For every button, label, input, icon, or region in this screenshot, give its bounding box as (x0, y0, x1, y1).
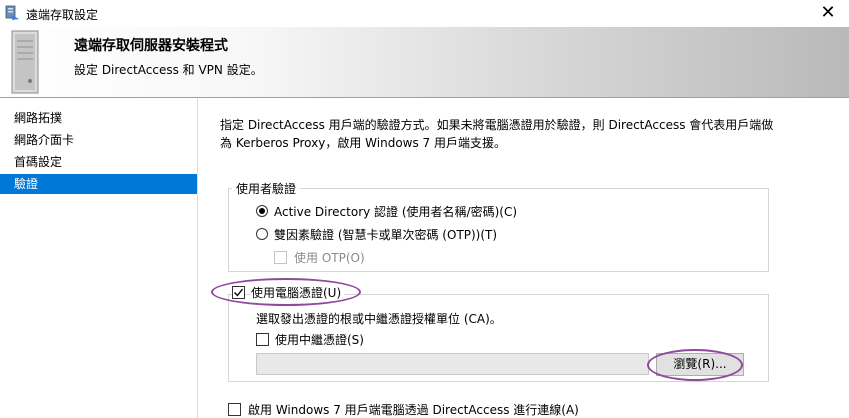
use-intermediate-cert-checkbox[interactable] (256, 333, 269, 346)
radio-two-factor-label[interactable]: 雙因素驗證 (智慧卡或單次密碼 (OTP))(T) (274, 226, 497, 243)
description-line-2: 為 Kerberos Proxy，啟用 Windows 7 用戶端支援。 (220, 136, 506, 150)
sidebar-item-network-topology[interactable]: 網路拓撲 (0, 108, 197, 128)
wizard-header: 遠端存取伺服器安裝程式 設定 DirectAccess 和 VPN 設定。 (0, 27, 849, 98)
server-icon (11, 30, 39, 94)
enable-win7-label[interactable]: 啟用 Windows 7 用戶端電腦透過 DirectAccess 進行連線(A… (248, 401, 579, 418)
title-bar: 遠端存取設定 ✕ (0, 0, 849, 27)
use-intermediate-cert-label[interactable]: 使用中繼憑證(S) (275, 331, 364, 348)
main-content: 指定 DirectAccess 用戶端的驗證方式。如果未將電腦憑證用於驗證，則 … (198, 98, 849, 418)
user-auth-legend: 使用者驗證 (232, 180, 301, 197)
use-otp-label: 使用 OTP(O) (294, 251, 365, 265)
radio-ad-credentials[interactable] (256, 205, 268, 217)
ca-instruction: 選取發出憑證的根或中繼憑證授權單位 (CA)。 (256, 312, 502, 326)
sidebar-item-prefix-settings[interactable]: 首碼設定 (0, 152, 197, 172)
wizard-subtitle: 設定 DirectAccess 和 VPN 設定。 (74, 63, 263, 77)
highlight-annotation-browse (647, 349, 743, 381)
description-line-1: 指定 DirectAccess 用戶端的驗證方式。如果未將電腦憑證用於驗證，則 … (220, 118, 774, 132)
remote-access-icon (5, 5, 19, 20)
close-button[interactable]: ✕ (813, 1, 843, 25)
enable-win7-checkbox[interactable] (228, 403, 241, 416)
page-description: 指定 DirectAccess 用戶端的驗證方式。如果未將電腦憑證用於驗證，則 … (220, 116, 780, 152)
sidebar-item-network-adapters[interactable]: 網路介面卡 (0, 130, 197, 150)
sidebar-item-authentication[interactable]: 驗證 (0, 174, 197, 194)
wizard-title: 遠端存取伺服器安裝程式 (74, 38, 228, 54)
window-title: 遠端存取設定 (26, 8, 99, 22)
wizard-steps-sidebar: 網路拓撲 網路介面卡 首碼設定 驗證 (0, 98, 198, 418)
radio-two-factor[interactable] (256, 228, 268, 240)
use-otp-checkbox[interactable] (274, 251, 287, 264)
highlight-annotation-computer-cert (211, 278, 361, 306)
ca-certificate-field[interactable] (256, 353, 649, 375)
radio-ad-credentials-label[interactable]: Active Directory 認證 (使用者名稱/密碼)(C) (274, 203, 517, 220)
